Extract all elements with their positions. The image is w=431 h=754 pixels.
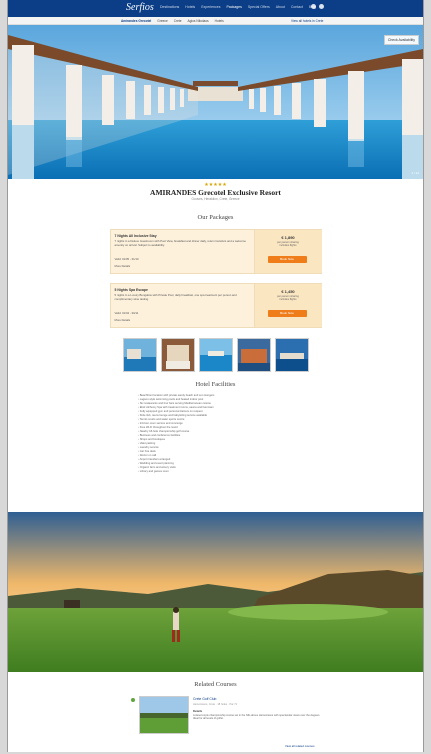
package-title[interactable]: 5 Nights Spa Escape bbox=[115, 288, 148, 292]
slide-counter: 1 / 12 bbox=[411, 171, 419, 175]
nav-item[interactable]: Special Offers bbox=[248, 5, 270, 9]
breadcrumb-item[interactable]: Hotels bbox=[215, 19, 224, 23]
nav-item[interactable]: Contact bbox=[291, 5, 303, 9]
nav-item[interactable]: Hotels bbox=[185, 5, 195, 9]
hero-pool-illustration bbox=[8, 25, 423, 179]
package-price-panel: € 1,890 per person sharing includes flig… bbox=[253, 230, 322, 273]
nav-item[interactable]: About bbox=[276, 5, 285, 9]
site-logo[interactable]: Serfios bbox=[126, 2, 154, 13]
package-card: 7 Nights All Inclusive Stay 7 nights in … bbox=[109, 229, 322, 274]
view-all-hotels-link[interactable]: View all hotels in Crete bbox=[291, 19, 323, 23]
breadcrumb-item[interactable]: Greece bbox=[157, 19, 167, 23]
package-price-note: per person sharing includes flights bbox=[277, 295, 299, 302]
related-course-item: Crete Golf Club Hersonissos, Crete · 18 … bbox=[131, 696, 326, 734]
package-description: 5 nights in a Luxury Bungalow with Priva… bbox=[114, 293, 237, 301]
breadcrumb: Amirandes Grecotel Greece Crete Agios Ni… bbox=[121, 19, 224, 23]
package-description: 7 nights in a Deluxe Guestroom with Pool… bbox=[114, 239, 246, 247]
hero-image: Check Availability 1 / 12 bbox=[8, 25, 423, 179]
breadcrumb-home[interactable]: Amirandes Grecotel bbox=[121, 19, 151, 23]
view-all-related-link[interactable]: View all related courses bbox=[285, 744, 315, 748]
facilities-heading: Hotel Facilities bbox=[195, 381, 236, 388]
gallery-thumbnail[interactable] bbox=[236, 338, 271, 372]
package-details-link[interactable]: More Details bbox=[115, 264, 131, 268]
nav-item[interactable]: Packages bbox=[226, 5, 241, 9]
package-validity: Valid: 01/04 - 30/11 bbox=[114, 311, 139, 315]
breadcrumb-bar: Amirandes Grecotel Greece Crete Agios Ni… bbox=[8, 17, 423, 25]
hotel-location: Gouves, Heraklion, Crete, Greece bbox=[191, 197, 240, 201]
related-course-label: Details bbox=[193, 709, 203, 713]
top-navbar: Serfios Destinations Hotels Experiences Pac… bbox=[8, 0, 423, 17]
packages-heading: Our Packages bbox=[197, 214, 234, 221]
related-course-thumbnail[interactable] bbox=[139, 696, 189, 734]
related-course-description: A desert-style championship course set i… bbox=[193, 714, 321, 721]
nav-icons bbox=[311, 4, 324, 9]
package-price-note: per person sharing includes flights bbox=[277, 241, 299, 248]
package-card: 5 Nights Spa Escape 5 nights in a Luxury… bbox=[109, 283, 322, 328]
nav-item[interactable]: Experiences bbox=[201, 5, 220, 9]
page-frame: Serfios Destinations Hotels Experiences Pac… bbox=[7, 0, 424, 752]
gallery-thumbnails bbox=[8, 338, 423, 372]
hotel-name: AMIRANDES Grecotel Exclusive Resort bbox=[150, 188, 281, 197]
book-now-button[interactable]: Book Now bbox=[267, 310, 307, 317]
gallery-thumbnail[interactable] bbox=[122, 338, 157, 372]
breadcrumb-item[interactable]: Agios Nikolaos bbox=[188, 19, 209, 23]
bullet-icon bbox=[131, 698, 135, 702]
gallery-thumbnail[interactable] bbox=[274, 338, 309, 372]
package-details-link[interactable]: More Details bbox=[115, 318, 131, 322]
related-heading: Related Courses bbox=[194, 681, 237, 688]
user-icon[interactable] bbox=[319, 4, 324, 9]
gallery-thumbnail[interactable] bbox=[160, 338, 195, 372]
facilities-list: Beachfront location with private sandy b… bbox=[138, 394, 328, 474]
package-validity: Valid: 01/05 - 31/10 bbox=[114, 257, 139, 261]
nav-item[interactable]: Destinations bbox=[160, 5, 179, 9]
package-price: € 1,450 bbox=[281, 289, 295, 294]
golf-course-illustration bbox=[8, 512, 423, 672]
package-price-panel: € 1,450 per person sharing includes flig… bbox=[253, 284, 322, 327]
golf-banner-image bbox=[8, 512, 423, 672]
related-course-subtitle: Hersonissos, Crete · 18 holes · Par 71 bbox=[193, 703, 238, 706]
related-course-title[interactable]: Crete Golf Club bbox=[193, 697, 216, 701]
search-icon[interactable] bbox=[311, 4, 316, 9]
breadcrumb-item[interactable]: Crete bbox=[174, 19, 182, 23]
package-title[interactable]: 7 Nights All Inclusive Stay bbox=[115, 234, 157, 238]
gallery-thumbnail[interactable] bbox=[198, 338, 233, 372]
package-price: € 1,890 bbox=[281, 235, 295, 240]
book-now-button[interactable]: Book Now bbox=[267, 256, 307, 263]
nav-menu: Destinations Hotels Experiences Packages Spe… bbox=[160, 5, 316, 9]
check-availability-button[interactable]: Check Availability bbox=[383, 35, 419, 45]
facility-item: Library and games room bbox=[138, 470, 328, 474]
